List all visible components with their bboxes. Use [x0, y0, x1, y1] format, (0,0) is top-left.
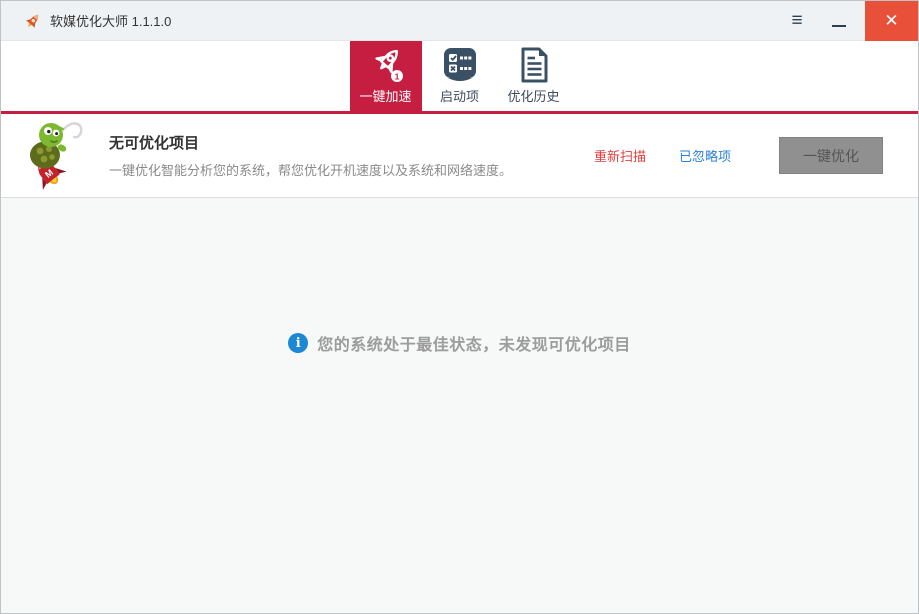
- ignored-items-link[interactable]: 已忽略项: [679, 146, 731, 165]
- status-title: 无可优化项目: [109, 132, 512, 153]
- minimize-icon: [832, 25, 846, 27]
- rescan-link[interactable]: 重新扫描: [594, 146, 646, 165]
- close-button[interactable]: ✕: [865, 1, 918, 41]
- tab-badge-count: 1: [394, 71, 399, 81]
- title-bar: 软媒优化大师 1.1.1.0 ≡ ✕: [1, 1, 918, 41]
- tab-startup-items[interactable]: 启动项: [424, 41, 496, 111]
- window-title: 软媒优化大师 1.1.1.0: [50, 11, 171, 30]
- empty-state-message: 您的系统处于最佳状态，未发现可优化项目: [317, 331, 631, 355]
- minimize-button[interactable]: [819, 1, 859, 41]
- header-text-block: 无可优化项目 一键优化智能分析您的系统，帮您优化开机速度以及系统和网络速度。: [109, 132, 512, 179]
- turtle-rocket-mascot: M: [21, 118, 93, 194]
- info-icon: i: [288, 333, 308, 353]
- tab-optimize-history[interactable]: 优化历史: [498, 41, 570, 111]
- app-window: 软媒优化大师 1.1.1.0 ≡ ✕ 1: [0, 0, 919, 614]
- tab-label: 优化历史: [507, 89, 559, 104]
- main-content: i 您的系统处于最佳状态，未发现可优化项目: [1, 198, 918, 613]
- app-logo-rocket-icon: [24, 12, 42, 30]
- rocket-boost-icon: 1: [365, 41, 407, 89]
- tab-quick-boost[interactable]: 1 一键加速: [350, 41, 422, 111]
- empty-state: i 您的系统处于最佳状态，未发现可优化项目: [1, 331, 918, 355]
- status-description: 一键优化智能分析您的系统，帮您优化开机速度以及系统和网络速度。: [109, 160, 512, 179]
- header-actions: 重新扫描 已忽略项 一键优化: [594, 137, 918, 174]
- menu-button[interactable]: ≡: [777, 1, 817, 41]
- hamburger-icon: ≡: [791, 10, 802, 32]
- tab-label: 一键加速: [359, 89, 411, 104]
- close-icon: ✕: [884, 11, 898, 31]
- status-header: M 无可优化项目 一键优化智能分析您的系统，帮您优化开机速度以及系统和网络速度。…: [1, 114, 918, 198]
- tab-label: 启动项: [440, 89, 479, 104]
- one-click-optimize-button[interactable]: 一键优化: [779, 137, 883, 174]
- history-document-icon: [514, 41, 554, 89]
- startup-checklist-icon: [440, 41, 480, 89]
- nav-bar: 1 一键加速 启动项: [1, 41, 918, 111]
